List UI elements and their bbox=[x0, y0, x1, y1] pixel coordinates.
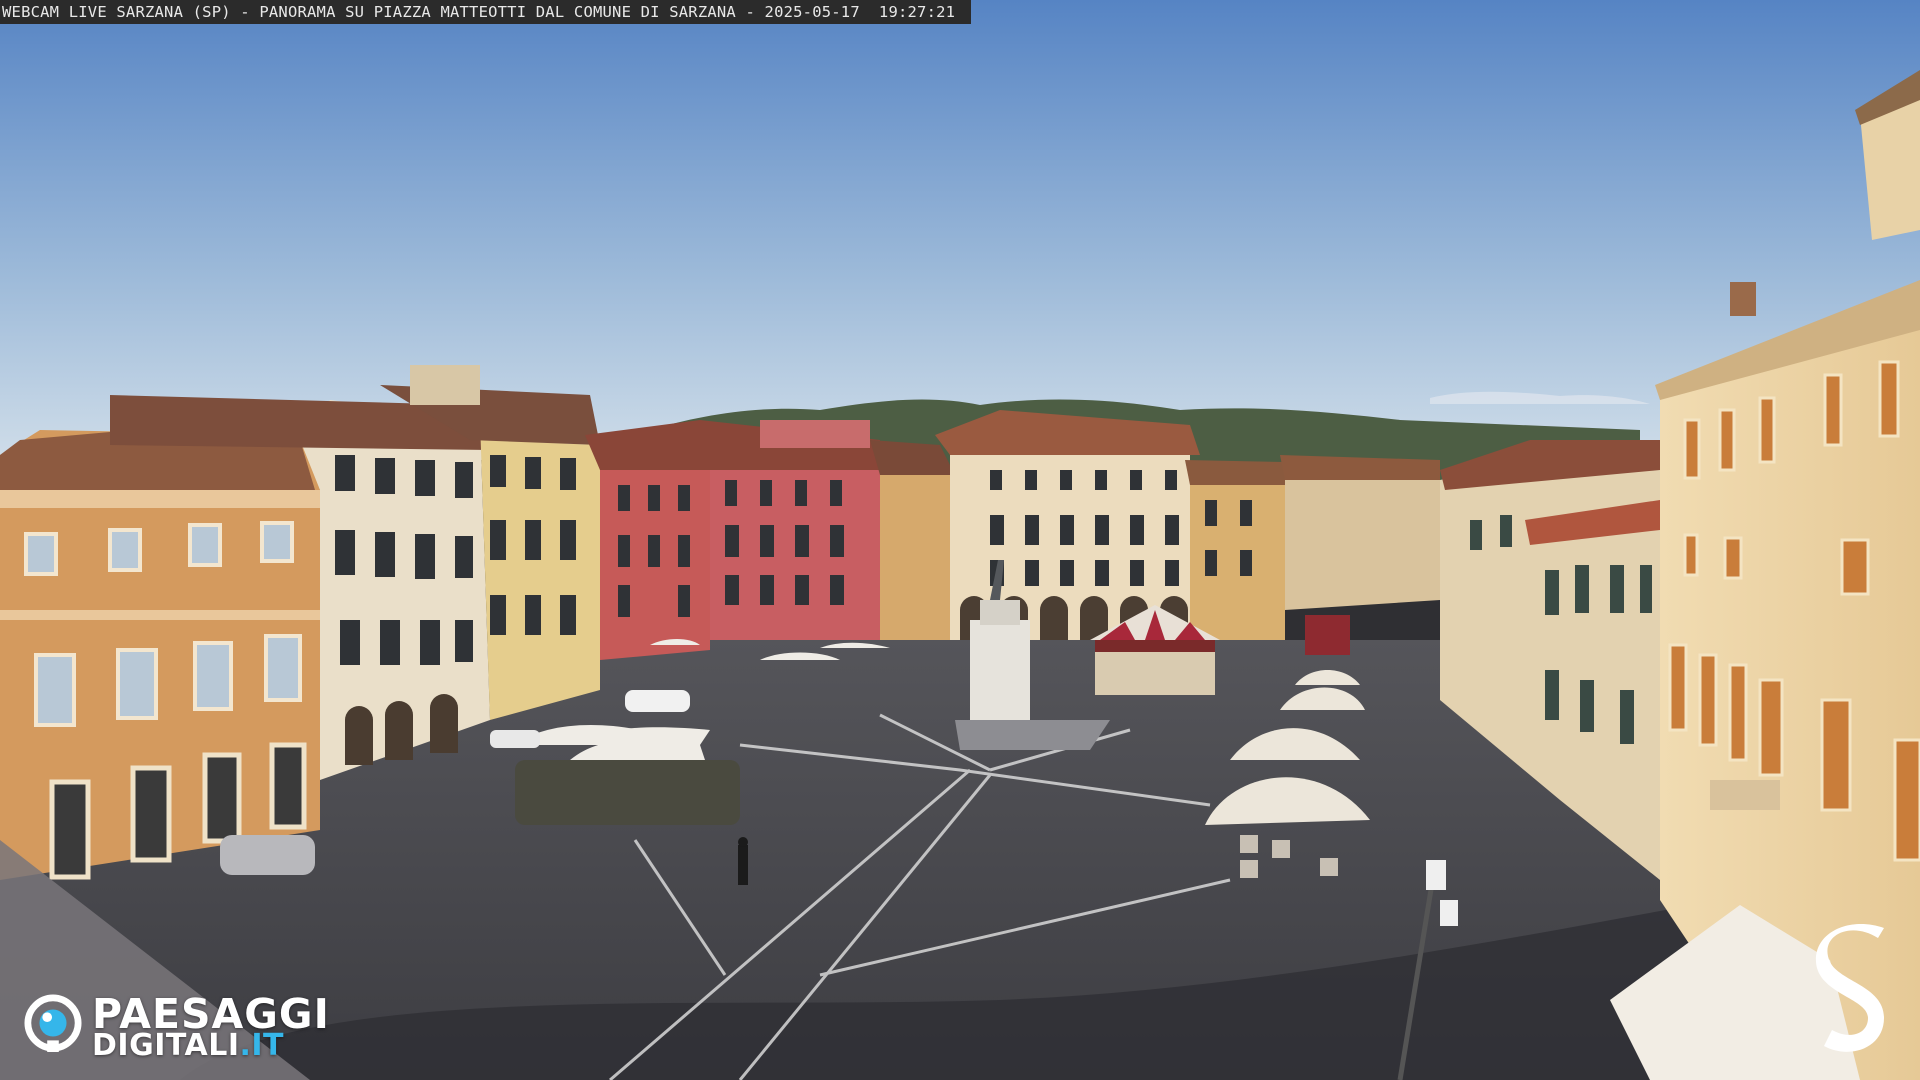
piazza-matteotti-scene bbox=[0, 0, 1920, 1080]
grey-car bbox=[220, 835, 315, 875]
far-street-buildings bbox=[1280, 455, 1440, 610]
paesaggi-digitali-logo: PAESAGGI DIGITALI.IT bbox=[24, 990, 334, 1063]
pedestrian bbox=[738, 845, 748, 885]
eye-icon bbox=[24, 994, 82, 1052]
small-car bbox=[490, 730, 540, 748]
building-center-red bbox=[585, 420, 880, 660]
pedestrian-head bbox=[738, 837, 748, 847]
logo-text-digitali-main: DIGITALI bbox=[92, 1028, 240, 1063]
building-center-ochre bbox=[870, 440, 955, 640]
sky bbox=[0, 0, 1920, 460]
webcam-frame: WEBCAM LIVE SARZANA (SP) - PANORAMA SU P… bbox=[0, 0, 1920, 1080]
logo-text-dot-it: .IT bbox=[239, 1028, 285, 1063]
red-truck bbox=[1305, 615, 1350, 655]
white-car bbox=[625, 690, 690, 712]
logo-text-digitali: DIGITALI.IT bbox=[92, 1028, 284, 1063]
building-left-orange bbox=[0, 430, 320, 880]
lamp-head-2 bbox=[1440, 900, 1458, 926]
lamp-head bbox=[1426, 860, 1446, 890]
s-monogram-logo bbox=[1815, 923, 1884, 1052]
planter bbox=[515, 760, 740, 825]
webcam-caption-bar: WEBCAM LIVE SARZANA (SP) - PANORAMA SU P… bbox=[0, 0, 972, 24]
